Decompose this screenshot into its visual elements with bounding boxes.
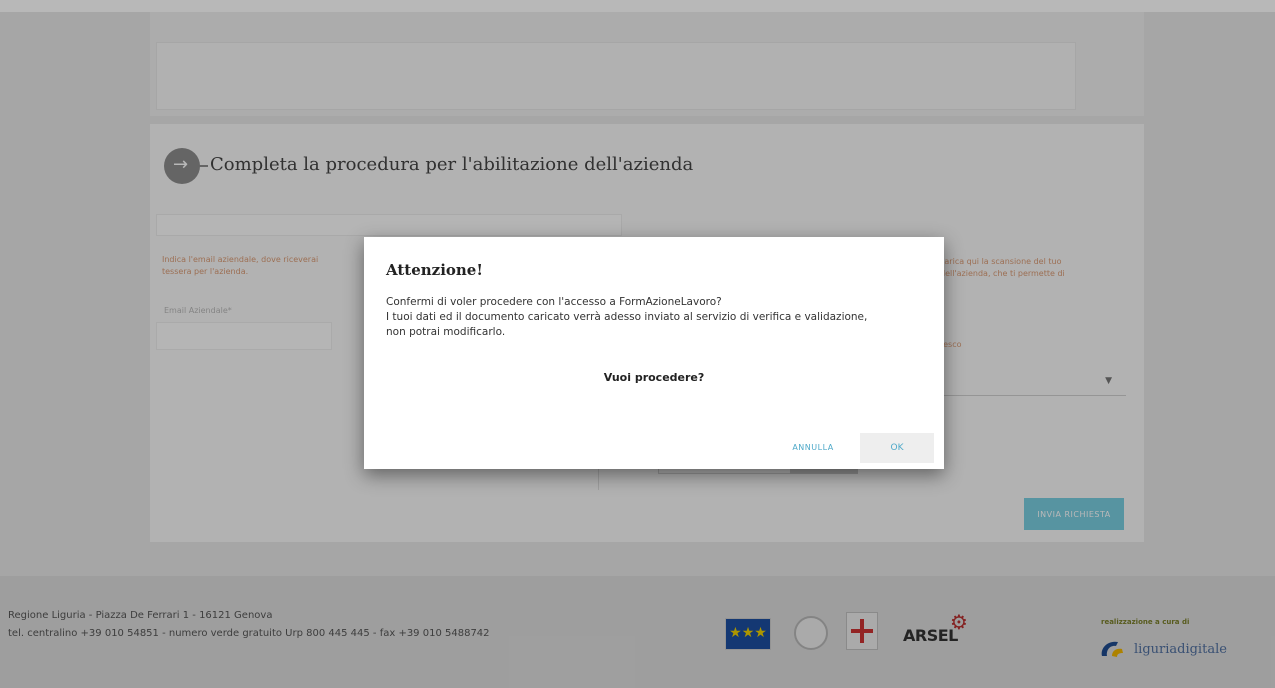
dialog-body-line: Confermi di voler procedere con l'access…	[386, 296, 722, 308]
dialog-body-line: non potrai modificarlo.	[386, 326, 506, 338]
dialog-body-line: I tuoi dati ed il documento caricato ver…	[386, 311, 868, 323]
dialog-body: Confermi di voler procedere con l'access…	[386, 295, 926, 340]
dialog-title: Attenzione!	[386, 261, 483, 279]
confirm-dialog: Attenzione! Confermi di voler procedere …	[364, 237, 944, 469]
cancel-button[interactable]: ANNULLA	[782, 433, 844, 461]
dialog-question: Vuoi procedere?	[603, 371, 705, 384]
ok-button[interactable]: OK	[860, 433, 934, 463]
